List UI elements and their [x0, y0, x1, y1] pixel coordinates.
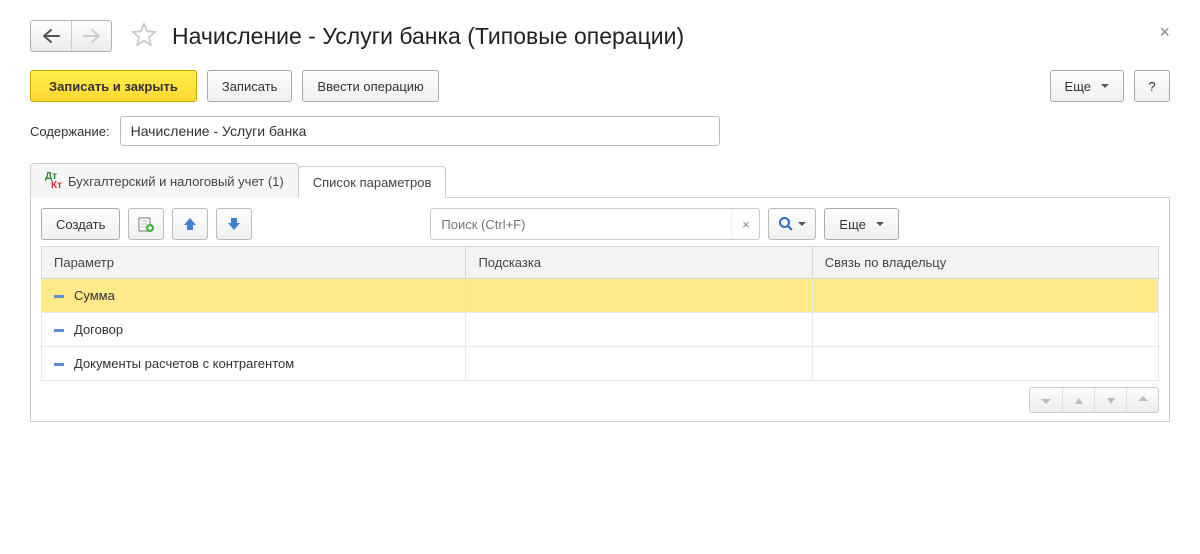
favorite-star-icon[interactable] [130, 21, 158, 52]
save-button[interactable]: Записать [207, 70, 293, 102]
help-button[interactable]: ? [1134, 70, 1170, 102]
nav-group [30, 20, 112, 52]
search-input[interactable] [431, 217, 731, 232]
search-box: × [430, 208, 760, 240]
content-field-row: Содержание: [30, 116, 1170, 146]
save-and-close-button[interactable]: Записать и закрыть [30, 70, 197, 102]
tab-panel-parameters: Создать × Еще [30, 198, 1170, 422]
col-parameter[interactable]: Параметр [42, 247, 466, 279]
page-down-button[interactable] [1094, 388, 1126, 412]
cell-parameter: Сумма [42, 279, 466, 313]
more-button[interactable]: Еще [1050, 70, 1124, 102]
close-icon[interactable]: × [1159, 22, 1170, 43]
row-bullet-icon [54, 295, 64, 298]
table-row[interactable]: Сумма [42, 279, 1159, 313]
tab-strip: ДтКт Бухгалтерский и налоговый учет (1) … [30, 162, 1170, 198]
page-first-button[interactable] [1030, 388, 1062, 412]
add-item-button[interactable] [128, 208, 164, 240]
page-up-button[interactable] [1062, 388, 1094, 412]
search-clear-icon[interactable]: × [731, 209, 759, 239]
col-owner-link[interactable]: Связь по владельцу [812, 247, 1158, 279]
cell-owner-link [812, 313, 1158, 347]
search-launch-button[interactable] [768, 208, 816, 240]
cell-hint [466, 313, 812, 347]
row-bullet-icon [54, 329, 64, 332]
col-hint[interactable]: Подсказка [466, 247, 812, 279]
create-button[interactable]: Создать [41, 208, 120, 240]
move-up-button[interactable] [172, 208, 208, 240]
cell-parameter-text: Договор [74, 322, 123, 337]
cell-hint [466, 347, 812, 381]
move-down-button[interactable] [216, 208, 252, 240]
table-row[interactable]: Договор [42, 313, 1159, 347]
sub-more-button[interactable]: Еще [824, 208, 898, 240]
row-bullet-icon [54, 363, 64, 366]
header-bar: Начисление - Услуги банка (Типовые опера… [30, 20, 1170, 52]
tab-accounting[interactable]: ДтКт Бухгалтерский и налоговый учет (1) [30, 163, 299, 198]
cell-parameter-text: Документы расчетов с контрагентом [74, 356, 294, 371]
back-button[interactable] [31, 21, 71, 51]
cell-owner-link [812, 279, 1158, 313]
cell-parameter: Документы расчетов с контрагентом [42, 347, 466, 381]
cell-hint [466, 279, 812, 313]
page-last-button[interactable] [1126, 388, 1158, 412]
page-title: Начисление - Услуги банка (Типовые опера… [172, 23, 684, 50]
tab-parameters[interactable]: Список параметров [298, 166, 447, 198]
tab-parameters-label: Список параметров [313, 175, 432, 190]
cell-parameter: Договор [42, 313, 466, 347]
table-paging [41, 381, 1159, 413]
content-label: Содержание: [30, 124, 110, 139]
cell-owner-link [812, 347, 1158, 381]
sub-toolbar: Создать × Еще [41, 208, 1159, 240]
forward-button[interactable] [71, 21, 111, 51]
dtkt-icon: ДтКт [45, 172, 62, 190]
cell-parameter-text: Сумма [74, 288, 115, 303]
tab-accounting-label: Бухгалтерский и налоговый учет (1) [68, 174, 284, 189]
content-input[interactable] [120, 116, 720, 146]
parameters-table: Параметр Подсказка Связь по владельцу Су… [41, 246, 1159, 381]
table-header-row: Параметр Подсказка Связь по владельцу [42, 247, 1159, 279]
enter-operation-button[interactable]: Ввести операцию [302, 70, 438, 102]
table-row[interactable]: Документы расчетов с контрагентом [42, 347, 1159, 381]
main-toolbar: Записать и закрыть Записать Ввести опера… [30, 70, 1170, 102]
